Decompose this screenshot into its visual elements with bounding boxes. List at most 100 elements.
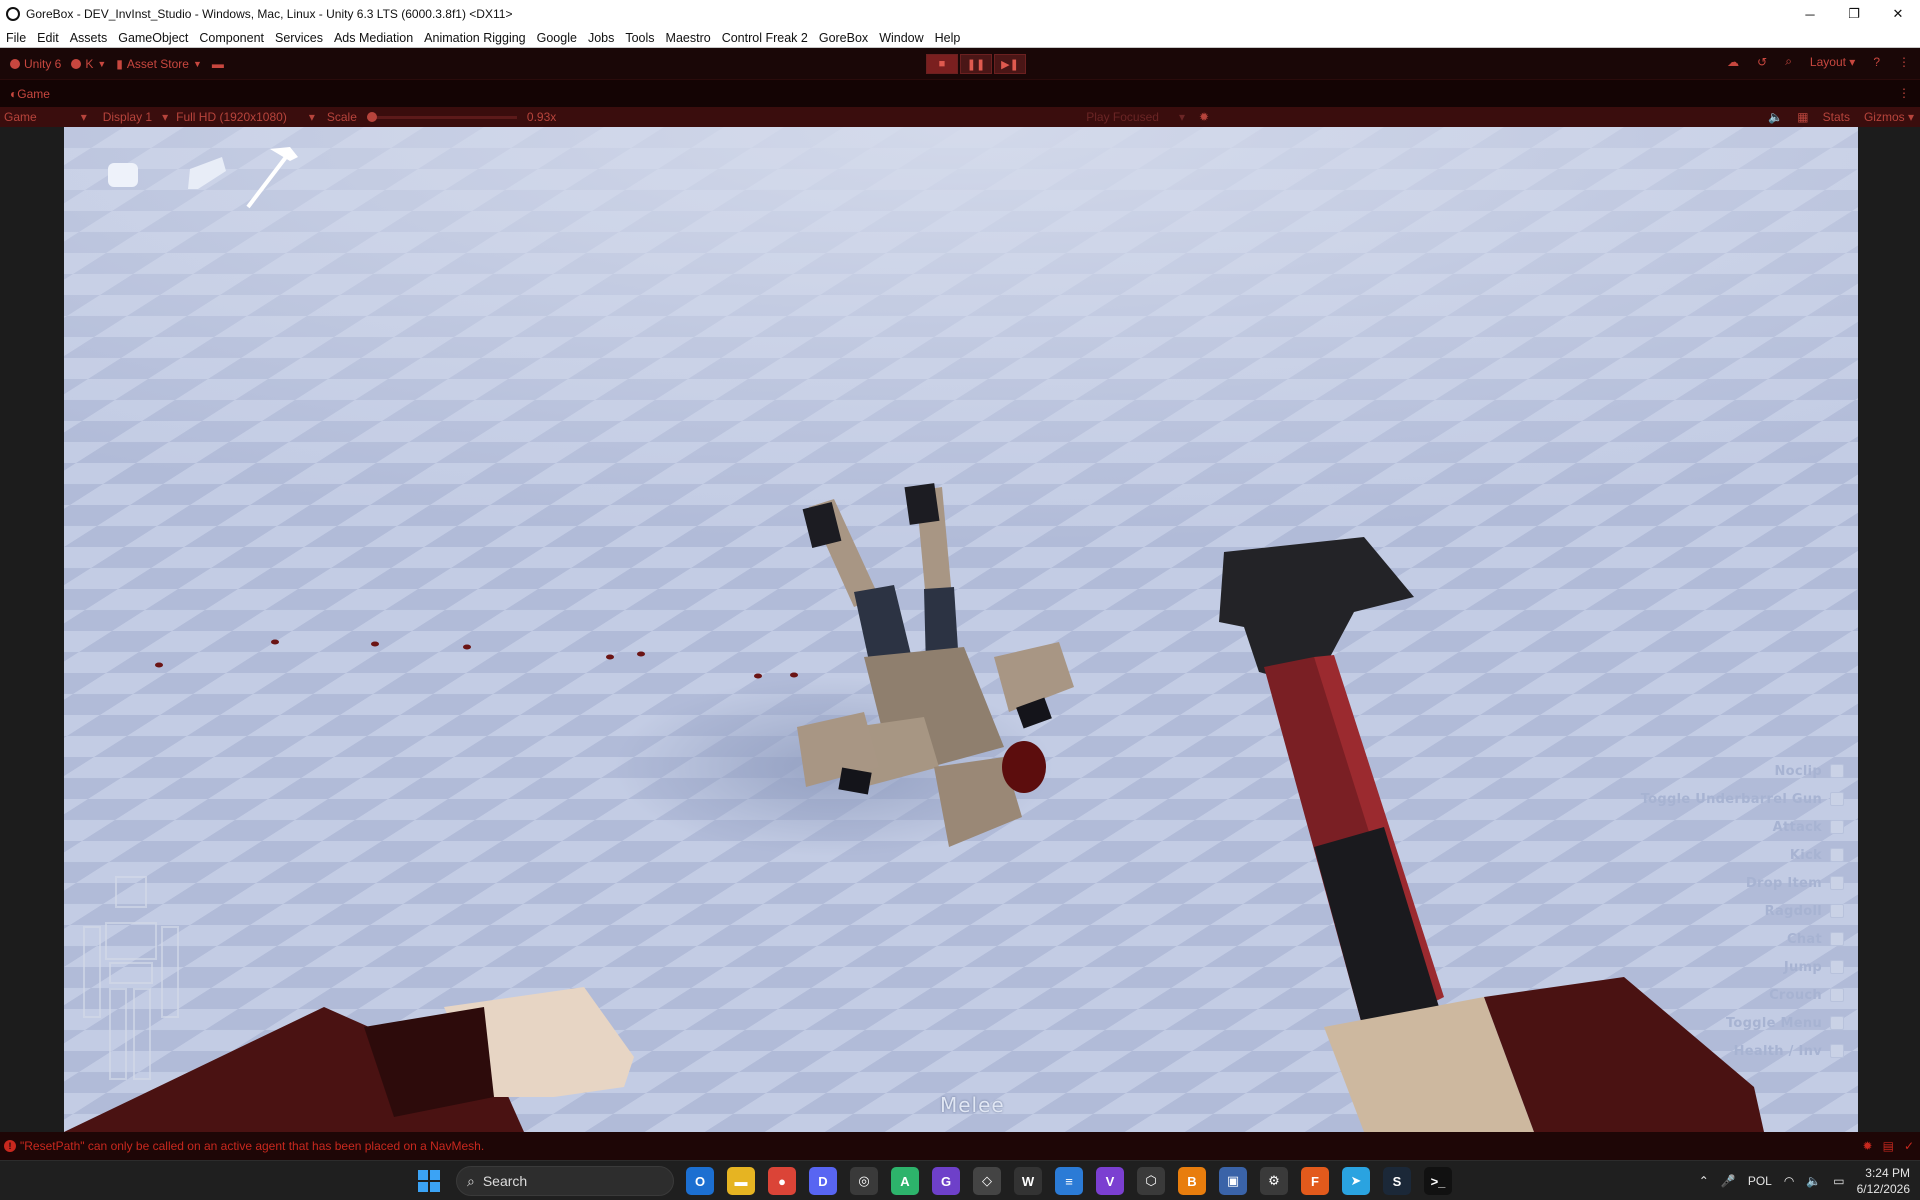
taskbar-app-firefox[interactable]: F [1301,1167,1329,1195]
control-label: Chat [1787,931,1822,947]
game-view-letterbox-right [1858,127,1920,1132]
maximize-button[interactable]: ❐ [1832,0,1876,28]
account-dropdown[interactable]: K ▼ [71,57,106,71]
tab-options-icon[interactable]: ⋮ [1898,86,1910,100]
taskbar-app-chrome[interactable]: ● [768,1167,796,1195]
taskbar-app-unity-hub[interactable]: ◇ [973,1167,1001,1195]
game-view-letterbox-left [0,127,64,1132]
taskbar-app-obs[interactable]: ◎ [850,1167,878,1195]
taskbar-search[interactable]: ⌕ Search [456,1166,674,1196]
menu-window[interactable]: Window [879,31,923,45]
scale-slider[interactable] [366,111,517,122]
start-button[interactable] [418,1170,440,1192]
menu-component[interactable]: Component [199,31,264,45]
control-hint: Drop Item [1584,869,1844,897]
clock-date: 6/12/2026 [1856,1182,1910,1196]
menu-edit[interactable]: Edit [37,31,59,45]
compile-icon[interactable]: ▤ [1883,1139,1894,1153]
window-title-bar: GoreBox - DEV_InvInst_Studio - Windows, … [0,0,1920,28]
close-button[interactable]: ✕ [1876,0,1920,28]
menu-file[interactable]: File [6,31,26,45]
status-bar-icons: ✹ ▤ ✓ [1863,1139,1914,1153]
bug-icon[interactable]: ✹ [1199,110,1209,124]
menu-ads-mediation[interactable]: Ads Mediation [334,31,413,45]
battery-icon[interactable]: ▭ [1833,1174,1844,1188]
menu-control-freak[interactable]: Control Freak 2 [722,31,808,45]
key-icon [1830,792,1844,806]
microphone-icon[interactable]: 🎤 [1721,1174,1736,1188]
game-viewport[interactable]: Melee Noclip Toggle Underbarrel Gun Atta… [64,127,1858,1132]
play-focus-dropdown[interactable]: Play Focused ▾ ✹ [1086,110,1209,124]
windows-logo-icon [430,1170,440,1180]
resolution-dropdown[interactable]: Full HD (1920x1080) ▾ [176,110,315,124]
help-icon[interactable]: ? [1873,55,1880,69]
stop-button[interactable]: ■ [926,54,958,74]
debug-icon[interactable]: ✹ [1863,1139,1873,1153]
aspect-icon[interactable]: ▦ [1797,110,1808,124]
android-studio-icon: A [900,1173,910,1189]
stats-button[interactable]: Stats [1823,110,1850,124]
pause-button[interactable]: ❚❚ [960,54,992,74]
menu-help[interactable]: Help [935,31,961,45]
taskbar-app-unity[interactable]: ⬡ [1137,1167,1165,1195]
check-icon[interactable]: ✓ [1904,1139,1914,1153]
language-indicator[interactable]: POL [1748,1174,1772,1188]
search-icon[interactable]: ⌕ [1785,54,1792,69]
tab-game[interactable]: Game [17,87,50,101]
more-icon[interactable]: ⋮ [1898,55,1910,69]
mouse-icon [1830,820,1844,834]
wordpad-icon: W [1021,1173,1035,1189]
fist-icon[interactable] [108,163,138,187]
taskbar-app-notepad[interactable]: ≡ [1055,1167,1083,1195]
taskbar-app-telegram[interactable]: ➤ [1342,1167,1370,1195]
menu-google[interactable]: Google [537,31,577,45]
unity-account-menu[interactable]: Unity 6 [10,57,61,71]
unity-toolbar: Unity 6 K ▼ ▮ Asset Store ▼ ▬ ■ ❚❚ ▶❚ ☁ … [0,48,1920,80]
taskbar-clock[interactable]: 3:24 PM 6/12/2026 [1857,1165,1910,1197]
taskbar-app-paint[interactable]: ▣ [1219,1167,1247,1195]
scale-slider-thumb[interactable] [366,111,377,122]
cloud-icon[interactable]: ☁ [1727,55,1739,69]
taskbar-app-terminal[interactable]: >_ [1424,1167,1452,1195]
taskbar-app-github[interactable]: G [932,1167,960,1195]
menu-animation-rigging[interactable]: Animation Rigging [424,31,525,45]
taskbar-app-steam[interactable]: S [1383,1167,1411,1195]
asset-store-button[interactable]: ▮ Asset Store ▼ [116,57,202,71]
history-icon[interactable]: ↺ [1757,55,1767,69]
wifi-icon[interactable]: ◠ [1784,1174,1794,1188]
menu-gameobject[interactable]: GameObject [118,31,188,45]
firefox-icon: F [1311,1173,1319,1189]
volume-icon[interactable]: 🔈 [1806,1174,1821,1188]
key-icon [1830,764,1844,778]
clock-time: 3:24 PM [1865,1166,1910,1180]
menu-tools[interactable]: Tools [625,31,654,45]
step-button[interactable]: ▶❚ [994,54,1026,74]
taskbar-app-settings[interactable]: ⚙ [1260,1167,1288,1195]
settings-icon: ⚙ [1268,1173,1280,1188]
control-hint: Chat [1584,925,1844,953]
console-status-bar[interactable]: ! "ResetPath" can only be called on an a… [0,1132,1920,1160]
gizmos-button[interactable]: Gizmos ▾ [1864,110,1914,124]
audio-icon[interactable]: 🔈 [1768,110,1783,124]
menu-jobs[interactable]: Jobs [588,31,614,45]
layout-dropdown[interactable]: Layout ▾ [1810,55,1855,69]
control-label: Toggle Underbarrel Gun [1640,791,1822,807]
chevron-up-icon[interactable]: ⌃ [1699,1174,1709,1188]
game-mode-dropdown[interactable]: Game ▾ [4,110,87,124]
console-message[interactable]: "ResetPath" can only be called on an act… [20,1139,484,1153]
menu-gorebox[interactable]: GoreBox [819,31,868,45]
menu-assets[interactable]: Assets [70,31,108,45]
menu-maestro[interactable]: Maestro [666,31,711,45]
menu-services[interactable]: Services [275,31,323,45]
taskbar-app-outlook[interactable]: O [686,1167,714,1195]
taskbar-app-discord[interactable]: D [809,1167,837,1195]
taskbar-app-visual-studio[interactable]: V [1096,1167,1124,1195]
taskbar-app-wordpad[interactable]: W [1014,1167,1042,1195]
minimize-button[interactable]: ─ [1788,0,1832,28]
taskbar-app-android-studio[interactable]: A [891,1167,919,1195]
display-dropdown[interactable]: Display 1 ▾ [103,110,168,124]
package-icon-button[interactable]: ▬ [212,57,224,71]
taskbar-app-blender[interactable]: B [1178,1167,1206,1195]
taskbar-app-explorer[interactable]: ▬ [727,1167,755,1195]
play-controls: ■ ❚❚ ▶❚ [926,54,1026,74]
